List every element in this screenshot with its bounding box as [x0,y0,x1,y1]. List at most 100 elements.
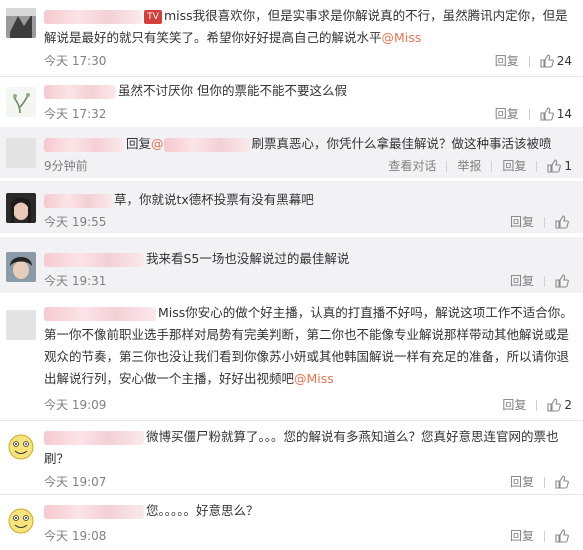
comment-meta: 今天 17:30 回复 24 [44,52,578,70]
comment-item: Miss你安心的做个好主播，认真的打直播不好吗，解说这项工作不适合你。第一你不像… [0,296,583,419]
comment-actions: 回复 [510,527,572,545]
divider [528,108,530,120]
avatar[interactable] [6,8,36,38]
reply-button[interactable]: 回复 [510,473,534,491]
username-blurred[interactable] [44,84,116,99]
comment-meta: 今天 19:08 回复 [44,527,578,545]
like-count: 2 [564,398,572,412]
divider [528,55,530,67]
username-blurred[interactable] [44,306,156,321]
timestamp: 今天 17:30 [44,54,107,68]
comment-item: 您。。。。。好意思么？ 今天 19:08 回复 [0,495,583,550]
thumbs-up-icon [555,529,569,543]
mention-link[interactable]: @Miss [294,371,334,386]
timestamp: 今天 19:31 [44,274,107,288]
reply-button[interactable]: 回复 [510,213,534,231]
comment-text: 刷票真恶心，你凭什么拿最佳解说？做这种事活该被喷 [251,136,552,151]
comment-item: 微博买僵尸粉就算了。。。您的解说有多燕知道么？您真好意思连官网的票也刷？ 今天 … [0,421,583,493]
reply-button[interactable]: 回复 [495,105,519,123]
comment-actions: 回复 [510,473,572,491]
like-button[interactable] [555,475,572,489]
reply-button[interactable]: 回复 [502,157,526,175]
comment-body: 回复@ 刷票真恶心，你凭什么拿最佳解说？做这种事活该被喷 [44,133,578,155]
thumbs-up-icon [547,398,562,412]
comment-item: 虽然不讨厌你 但你的票能不能不要这么假 今天 17:32 回复 14 [0,77,583,126]
thumbs-up-icon [547,159,562,173]
username-blurred[interactable] [44,137,124,152]
timestamp: 今天 19:07 [44,475,107,489]
thumbs-up-icon [555,274,569,288]
mention-link[interactable]: @Miss [382,30,422,45]
comment-actions: 回复 14 [495,105,572,123]
username-blurred[interactable] [44,9,142,24]
reply-prefix: 回复 [126,136,152,151]
timestamp: 今天 19:55 [44,215,107,229]
like-button[interactable] [555,215,572,229]
reply-button[interactable]: 回复 [502,396,526,414]
comment-meta: 今天 19:09 回复 2 [44,396,578,414]
comment-actions: 回复 2 [502,396,572,414]
reply-item: 草，你就说tx德杯投票有没有黑幕吧 今天 19:55 回复 [0,181,583,233]
reply-button[interactable]: 回复 [510,527,534,545]
avatar[interactable] [6,310,36,340]
avatar[interactable] [6,505,36,535]
thumbs-up-icon [540,54,554,68]
comment-text: 我来看S5一场也没解说过的最佳解说 [146,251,350,266]
reply-item: 回复@ 刷票真恶心，你凭什么拿最佳解说？做这种事活该被喷 9分钟前 查看对话 举报… [0,127,583,178]
comment-actions: 回复 [510,213,572,231]
comment-item: TV miss我很喜欢你，但是实事求是你解说真的不行，虽然腾讯内定你，但是解说是最… [0,0,583,75]
comment-meta: 今天 19:31 回复 [44,272,578,290]
username-blurred[interactable] [44,504,144,519]
timestamp: 今天 19:08 [44,529,107,543]
thumbs-up-icon [555,475,569,489]
comment-body: 微博买僵尸粉就算了。。。您的解说有多燕知道么？您真好意思连官网的票也刷？ [44,426,578,470]
comment-actions: 回复 24 [495,52,572,70]
comment-body: Miss你安心的做个好主播，认真的打直播不好吗，解说这项工作不适合你。第一你不像… [44,302,578,390]
divider [536,160,538,172]
divider [536,399,538,411]
comment-meta: 今天 17:32 回复 14 [44,105,578,123]
comment-actions: 查看对话 举报 回复 1 [388,157,572,175]
comment-actions: 回复 [510,272,572,290]
like-button[interactable]: 14 [540,105,572,123]
like-button[interactable]: 2 [547,396,572,414]
username-blurred[interactable] [44,193,112,208]
avatar[interactable] [6,431,36,461]
divider [491,160,493,172]
divider [544,530,545,542]
timestamp: 今天 19:09 [44,398,107,412]
report-button[interactable]: 举报 [457,157,481,175]
avatar[interactable] [6,138,36,168]
like-button[interactable] [555,529,572,543]
comment-meta: 今天 19:07 回复 [44,473,578,491]
reply-button[interactable]: 回复 [495,52,519,70]
comment-body: 我来看S5一场也没解说过的最佳解说 [44,248,578,270]
avatar[interactable] [6,193,36,223]
comment-text: 您。。。。。好意思么？ [146,503,259,518]
comment-text: 虽然不讨厌你 但你的票能不能不要这么假 [118,83,347,98]
comment-body: 虽然不讨厌你 但你的票能不能不要这么假 [44,80,578,102]
comment-body: 草，你就说tx德杯投票有没有黑幕吧 [44,189,578,211]
mention-username-blurred[interactable] [163,137,250,152]
reply-button[interactable]: 回复 [510,272,534,290]
timestamp: 9分钟前 [44,159,88,173]
avatar[interactable] [6,252,36,282]
reply-item: 我来看S5一场也没解说过的最佳解说 今天 19:31 回复 [0,237,583,293]
divider [544,476,545,488]
username-blurred[interactable] [44,430,144,445]
like-button[interactable]: 24 [540,52,572,70]
like-button[interactable] [555,274,572,288]
comment-text: 草，你就说tx德杯投票有没有黑幕吧 [114,192,314,207]
comment-body: TV miss我很喜欢你，但是实事求是你解说真的不行，虽然腾讯内定你，但是解说是最… [44,5,578,49]
view-conversation-button[interactable]: 查看对话 [388,157,436,175]
divider [544,216,545,228]
comment-meta: 9分钟前 查看对话 举报 回复 1 [44,157,578,175]
like-count: 14 [556,107,572,121]
avatar[interactable] [6,87,36,117]
username-blurred[interactable] [44,252,144,267]
like-count: 24 [556,54,572,68]
thumbs-up-icon [555,215,569,229]
divider [446,160,448,172]
like-button[interactable]: 1 [547,157,572,175]
mention-link[interactable]: @ [151,136,164,151]
